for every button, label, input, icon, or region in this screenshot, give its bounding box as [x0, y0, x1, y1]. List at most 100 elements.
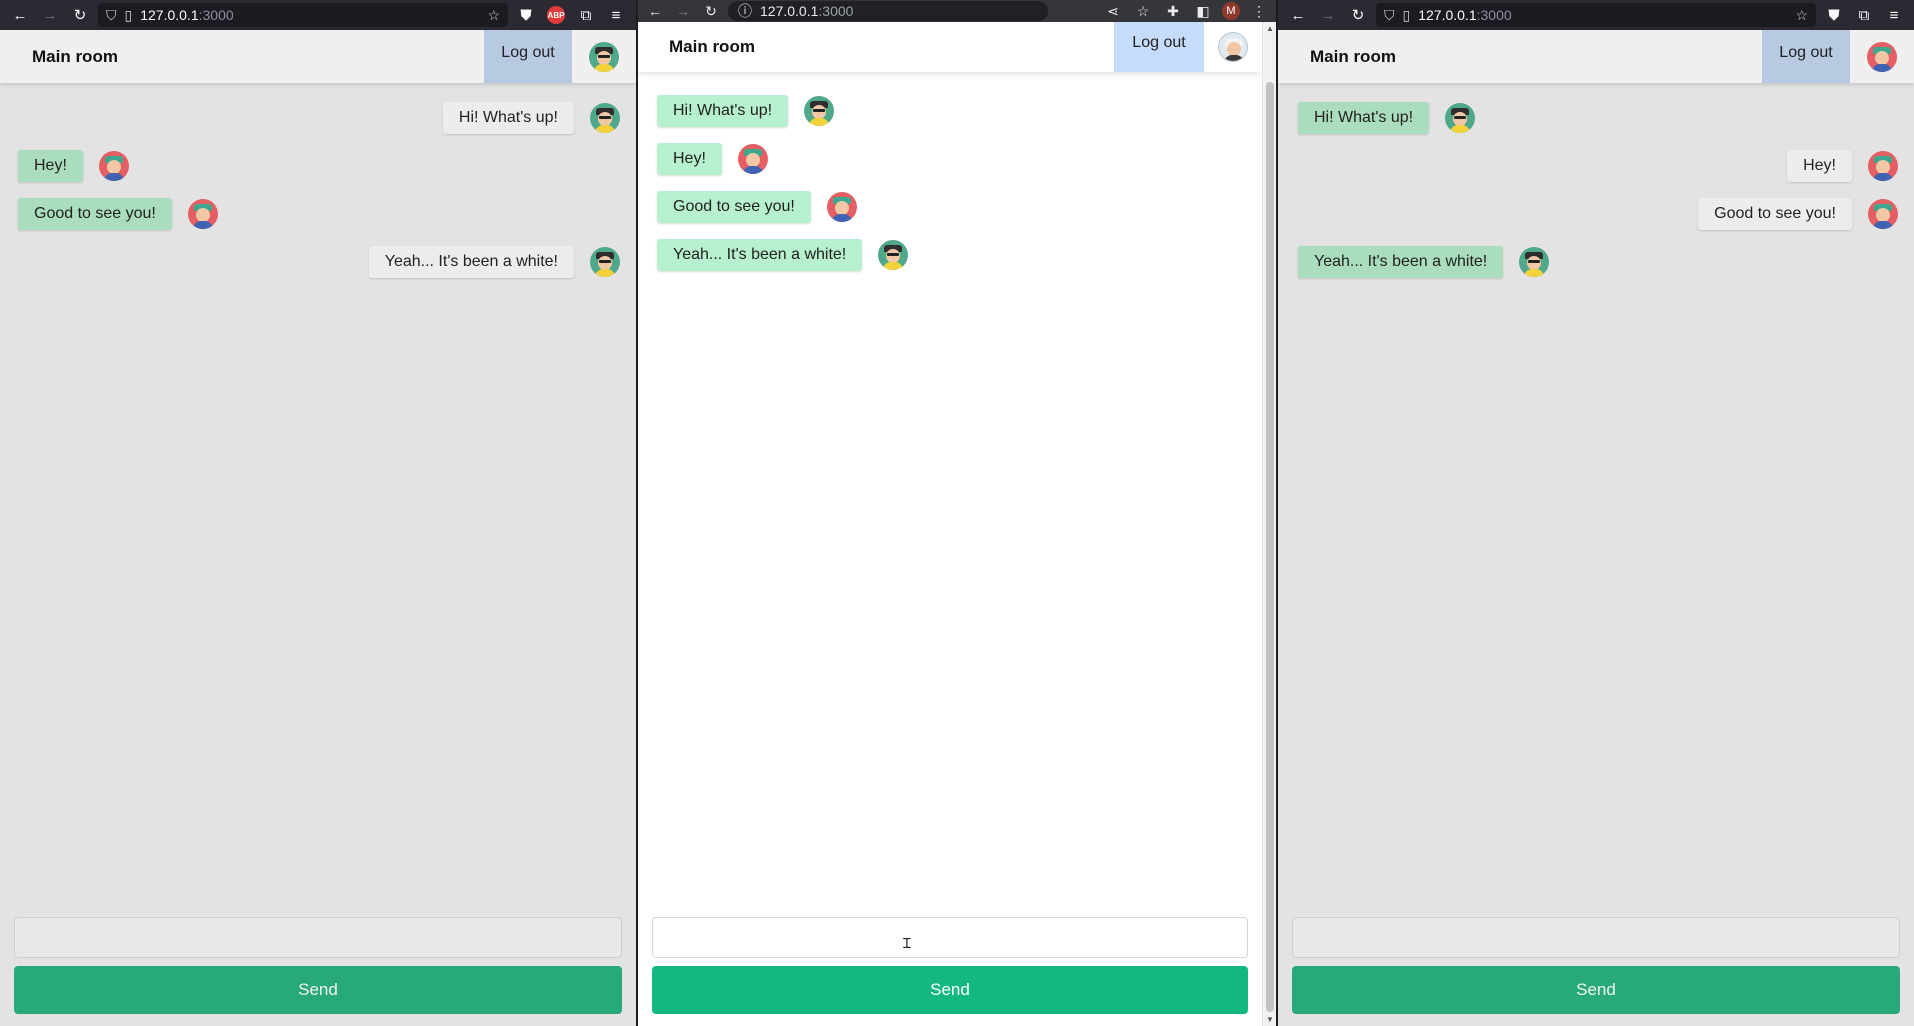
app-header: Main room Log out: [638, 22, 1262, 72]
forward-icon[interactable]: →: [38, 3, 62, 27]
browser-window-right: ← → ↻ ⛉ ▯ 127.0.0.1:3000 ☆ ⛊ ⧉ ≡ Main ro…: [1278, 0, 1914, 1026]
message-bubble: Good to see you!: [18, 198, 172, 230]
chat-app: Main room Log out Hi! What's up! Hey! Go…: [1278, 30, 1914, 1026]
message-row: Good to see you!: [18, 198, 218, 230]
send-button[interactable]: Send: [14, 966, 622, 1014]
avatar-icon: [590, 247, 620, 277]
app-header: Main room Log out: [0, 30, 636, 83]
scroll-up-icon[interactable]: ▲: [1266, 24, 1274, 33]
browser-window-left: ← → ↻ ⛉ ▯ 127.0.0.1:3000 ☆ ⛊ ABP ⧉ ≡ Mai…: [0, 0, 636, 1026]
logout-button[interactable]: Log out: [484, 30, 572, 83]
share-icon[interactable]: ⋖: [1102, 1, 1124, 21]
avatar-icon: [737, 144, 768, 174]
message-bubble: Yeah... It's been a white!: [1298, 246, 1504, 278]
user-avatar-icon[interactable]: [589, 41, 619, 72]
message-bubble: Yeah... It's been a white!: [368, 246, 574, 278]
pocket-icon[interactable]: ⛊: [514, 3, 538, 27]
message-bubble: Hey!: [18, 150, 83, 182]
user-avatar-icon[interactable]: [1218, 32, 1248, 62]
adblock-icon[interactable]: ABP: [544, 3, 568, 27]
desktop: ← → ↻ ⛉ ▯ 127.0.0.1:3000 ☆ ⛊ ABP ⧉ ≡ Mai…: [0, 0, 1914, 1026]
text-cursor-icon: Ɪ: [903, 935, 911, 951]
room-title: Main room: [669, 37, 755, 56]
avatar-icon: [98, 151, 129, 181]
message-input[interactable]: [1292, 917, 1900, 958]
composer: Send: [1278, 917, 1914, 1026]
extensions-icon[interactable]: ⧉: [1852, 3, 1876, 27]
menu-icon[interactable]: ≡: [604, 3, 628, 27]
message-bubble: Good to see you!: [657, 191, 811, 223]
side-panel-icon[interactable]: ◧: [1192, 1, 1214, 21]
more-menu-icon[interactable]: ⋮: [1248, 1, 1270, 21]
back-icon[interactable]: ←: [1286, 3, 1310, 27]
composer: Send: [0, 917, 636, 1026]
send-button[interactable]: Send: [652, 966, 1248, 1014]
user-avatar-icon[interactable]: [1867, 41, 1897, 72]
back-icon[interactable]: ←: [644, 1, 666, 21]
address-bar[interactable]: ⛉ ▯ 127.0.0.1:3000 ☆: [1376, 3, 1816, 27]
address-bar[interactable]: ⓘ 127.0.0.1:3000: [728, 1, 1048, 21]
avatar-icon: [826, 192, 857, 222]
logout-button[interactable]: Log out: [1114, 22, 1204, 72]
reload-icon[interactable]: ↻: [68, 3, 92, 27]
message-row: Yeah... It's been a white!: [1298, 246, 1550, 278]
chat-app: Main room Log out Hi! What's up! Hey! Go…: [0, 30, 636, 1026]
reload-icon[interactable]: ↻: [700, 1, 722, 21]
message-row: Good to see you!: [1698, 198, 1898, 230]
reload-icon[interactable]: ↻: [1346, 3, 1370, 27]
avatar-icon: [1445, 103, 1476, 133]
extensions-icon[interactable]: ⧉: [574, 3, 598, 27]
profile-avatar[interactable]: M: [1222, 2, 1240, 20]
message-bubble: Hey!: [657, 143, 722, 175]
send-button[interactable]: Send: [1292, 966, 1900, 1014]
message-input[interactable]: [652, 917, 1248, 958]
avatar-icon: [187, 199, 218, 229]
menu-icon[interactable]: ≡: [1882, 3, 1906, 27]
message-row: Yeah... It's been a white!: [657, 239, 909, 271]
message-row: Hi! What's up!: [442, 102, 620, 134]
avatar-icon: [590, 103, 620, 133]
message-list: Hi! What's up! Hey! Good to see you! Yea…: [0, 83, 636, 917]
message-row: Hi! What's up!: [1298, 102, 1476, 134]
avatar-icon: [1868, 151, 1898, 181]
message-row: Hey!: [657, 143, 768, 175]
info-icon: ⓘ: [738, 3, 752, 19]
scroll-down-icon[interactable]: ▼: [1266, 1015, 1274, 1024]
extensions-icon[interactable]: ✚: [1162, 1, 1184, 21]
message-row: Good to see you!: [657, 191, 857, 223]
message-list: Hi! What's up! Hey! Good to see you! Yea…: [1278, 83, 1914, 917]
message-row: Hey!: [1787, 150, 1898, 182]
bookmark-star-icon[interactable]: ☆: [487, 7, 500, 24]
bookmark-star-icon[interactable]: ☆: [1795, 7, 1808, 24]
avatar-icon: [1519, 247, 1550, 277]
browser-window-middle: ← → ↻ ⓘ 127.0.0.1:3000 ⋖ ☆ ✚ ◧ M ⋮ Main …: [638, 0, 1276, 1026]
avatar-icon: [878, 240, 909, 270]
message-bubble: Hi! What's up!: [442, 102, 574, 134]
message-row: Yeah... It's been a white!: [368, 246, 620, 278]
message-list: Hi! What's up! Hey! Good to see you! Yea…: [638, 72, 1262, 917]
message-bubble: Good to see you!: [1698, 198, 1852, 230]
forward-icon[interactable]: →: [672, 1, 694, 21]
message-bubble: Yeah... It's been a white!: [657, 239, 863, 271]
bookmark-star-icon[interactable]: ☆: [1132, 1, 1154, 21]
composer: Send: [638, 917, 1262, 1026]
browser-toolbar: ← → ↻ ⓘ 127.0.0.1:3000 ⋖ ☆ ✚ ◧ M ⋮: [638, 0, 1276, 22]
pocket-icon[interactable]: ⛊: [1822, 3, 1846, 27]
message-input[interactable]: [14, 917, 622, 958]
browser-toolbar: ← → ↻ ⛉ ▯ 127.0.0.1:3000 ☆ ⛊ ⧉ ≡: [1278, 0, 1914, 30]
avatar-icon: [1868, 199, 1898, 229]
message-row: Hi! What's up!: [657, 95, 835, 127]
logout-button[interactable]: Log out: [1762, 30, 1850, 83]
message-row: Hey!: [18, 150, 129, 182]
shield-icon: ⛉: [106, 6, 117, 23]
forward-icon[interactable]: →: [1316, 3, 1340, 27]
back-icon[interactable]: ←: [8, 3, 32, 27]
browser-toolbar: ← → ↻ ⛉ ▯ 127.0.0.1:3000 ☆ ⛊ ABP ⧉ ≡: [0, 0, 636, 30]
app-header: Main room Log out: [1278, 30, 1914, 83]
scrollbar-thumb[interactable]: [1266, 82, 1274, 1012]
address-bar[interactable]: ⛉ ▯ 127.0.0.1:3000 ☆: [98, 3, 508, 27]
message-bubble: Hi! What's up!: [1298, 102, 1430, 134]
page-icon: ▯: [1402, 6, 1411, 23]
room-title: Main room: [32, 46, 118, 66]
scrollbar[interactable]: ▲ ▼: [1262, 22, 1276, 1026]
